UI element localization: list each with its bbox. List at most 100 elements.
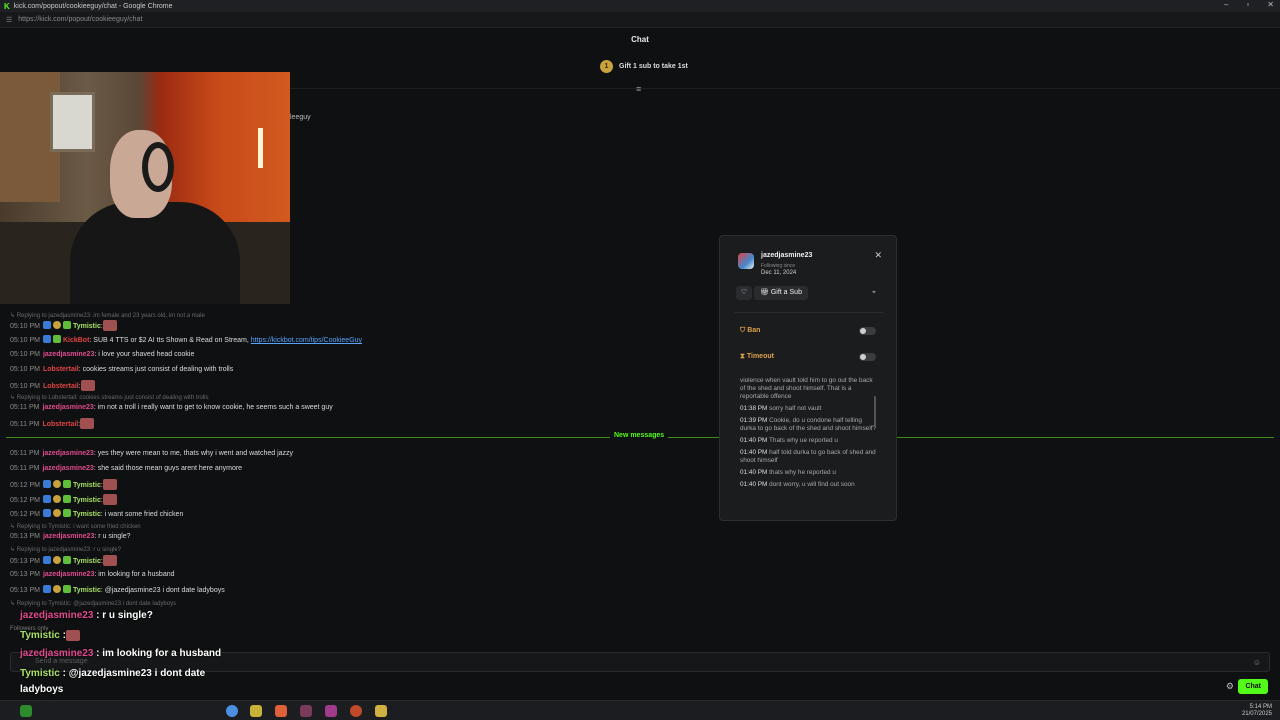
overlay-username: Tymistic: [20, 668, 60, 679]
timeout-toggle[interactable]: [859, 353, 876, 361]
message-username[interactable]: Tymistic: [73, 482, 101, 489]
window-title: kick.com/popout/cookieeguy/chat - Google…: [13, 2, 173, 10]
maximize-button[interactable]: ▫: [1246, 0, 1249, 9]
kick-taskbar-icon[interactable]: [20, 705, 32, 717]
pinned-gift-banner[interactable]: 1 Gift 1 sub to take 1st: [600, 60, 688, 73]
filter-icon[interactable]: ≡: [636, 84, 641, 94]
history-entry: violence when vault told him to go out t…: [740, 377, 878, 401]
message-time: 05:10 PM: [10, 366, 40, 373]
chat-message: 05:11 PM jazedjasmine23: yes they were me…: [10, 449, 293, 459]
history-entry: 01:38 PM sorry half not vault: [740, 405, 878, 413]
message-username[interactable]: Lobstertail: [43, 366, 79, 373]
reply-context: ↳ Replying to Lobstertail: cookies strea…: [10, 395, 209, 401]
app2-taskbar-icon[interactable]: [325, 705, 337, 717]
message-username[interactable]: jazedjasmine23: [43, 533, 94, 540]
pin-icon[interactable]: ⌖: [872, 289, 876, 297]
app4-taskbar-icon[interactable]: [375, 705, 387, 717]
emote-icon: [102, 479, 117, 490]
app-taskbar-icon[interactable]: [300, 705, 312, 717]
overlay-username: Tymistic: [20, 630, 60, 641]
gift-sub-button[interactable]: 🎁︎ Gift a Sub: [754, 286, 808, 300]
message-text: : she said those mean guys arent here an…: [93, 465, 243, 472]
message-link[interactable]: https://kickbot.com/tips/CookieeGuy: [251, 337, 362, 344]
overlay-text: : @jazedjasmine23 i dont date: [59, 668, 206, 679]
moderator-badge-icon: [42, 556, 51, 564]
app3-taskbar-icon[interactable]: [350, 705, 362, 717]
overlay-message: Tymistic : @jazedjasmine23 i dont date: [20, 668, 205, 679]
message-time: 05:11 PM: [10, 450, 40, 457]
message-time: 05:10 PM: [10, 383, 40, 390]
timeout-row: ⧗ Timeout: [740, 353, 774, 361]
pinned-text: Gift 1 sub to take 1st: [619, 63, 688, 70]
gifter-badge-icon: [52, 480, 61, 488]
overlay-username: jazedjasmine23: [20, 610, 94, 621]
close-icon[interactable]: ✕: [874, 250, 882, 261]
chrome-taskbar-icon[interactable]: [226, 705, 238, 717]
emoji-icon[interactable]: ☺: [1253, 658, 1261, 667]
message-username[interactable]: jazedjasmine23: [43, 571, 94, 578]
message-time: 05:13 PM: [10, 533, 40, 540]
gifter-badge-icon: [52, 321, 61, 329]
chat-message: 05:12 PM Tymistic:: [10, 494, 117, 506]
chat-send-button[interactable]: Chat: [1238, 679, 1268, 694]
message-username[interactable]: Tymistic: [73, 323, 101, 330]
headphones-icon: [142, 142, 174, 192]
emote-icon: [102, 494, 117, 505]
chat-message: 05:12 PM Tymistic:: [10, 479, 117, 491]
message-username[interactable]: jazedjasmine23: [42, 450, 93, 457]
new-messages-label[interactable]: New messages: [610, 432, 669, 439]
history-scrollbar[interactable]: [874, 396, 876, 426]
subscriber-badge-icon: [62, 480, 71, 488]
message-username[interactable]: Tymistic: [73, 497, 101, 504]
gift-rank-badge: 1: [600, 60, 613, 73]
message-username[interactable]: Tymistic: [73, 587, 101, 594]
message-time: 05:10 PM: [10, 351, 40, 358]
brave-taskbar-icon[interactable]: [275, 705, 287, 717]
taskbar-clock: 5:14 PM 21/07/2025: [1242, 704, 1272, 718]
chat-message: 05:10 PM jazedjasmine23: i love your shav…: [10, 350, 194, 360]
site-info-icon[interactable]: ☰: [6, 16, 12, 24]
webcam-overlay: [0, 72, 290, 304]
message-username[interactable]: jazedjasmine23: [43, 351, 94, 358]
user-card: jazedjasmine23 Following since Dec 11, 2…: [719, 235, 897, 521]
ban-toggle[interactable]: [859, 327, 876, 335]
history-time: 01:40 PM: [740, 481, 770, 488]
overlay-message: jazedjasmine23 : im looking for a husban…: [20, 648, 221, 659]
reply-context: ↳ Replying to Tymistic: i want some frie…: [10, 524, 141, 530]
message-text: : yes they were mean to me, thats why i …: [93, 450, 294, 457]
moderator-badge-icon: [42, 585, 51, 593]
files-taskbar-icon[interactable]: [250, 705, 262, 717]
settings-gear-icon[interactable]: ⚙: [1226, 681, 1234, 692]
message-username[interactable]: Lobstertail: [43, 383, 79, 390]
address-bar[interactable]: ☰ https://kick.com/popout/cookieeguy/cha…: [0, 12, 1280, 28]
chat-message: 05:10 PM Lobstertail: cookies streams jus…: [10, 365, 233, 375]
emote-icon: [80, 380, 95, 391]
emote-icon: [80, 418, 95, 429]
message-username[interactable]: Lobstertail: [42, 421, 78, 428]
channel-name-fragment: leeguy: [290, 114, 311, 121]
message-username[interactable]: Tymistic: [73, 511, 101, 518]
close-window-button[interactable]: ✕: [1267, 0, 1274, 9]
message-username[interactable]: KickBot: [63, 337, 89, 344]
clock-time: 5:14 PM: [1249, 704, 1272, 710]
overlay-message: ladyboys: [20, 684, 63, 695]
message-username[interactable]: Tymistic: [73, 558, 101, 565]
minimize-button[interactable]: –: [1224, 0, 1228, 9]
overlay-text: ladyboys: [20, 684, 64, 695]
overlay-message: jazedjasmine23 : r u single?: [20, 610, 153, 621]
moderator-badge-icon: [42, 335, 51, 343]
kick-logo-icon: K: [4, 1, 10, 11]
heart-icon[interactable]: ♡: [736, 286, 752, 300]
reply-context: ↳ Replying to jazedjasmine23: r u single…: [10, 547, 122, 553]
avatar: [738, 253, 754, 269]
history-time: 01:38 PM: [740, 405, 770, 412]
message-username[interactable]: jazedjasmine23: [42, 404, 93, 411]
message-time: 05:11 PM: [10, 465, 40, 472]
url-text: https://kick.com/popout/cookieeguy/chat: [18, 16, 143, 23]
overlay-text: : r u single?: [93, 610, 153, 621]
card-username[interactable]: jazedjasmine23: [761, 252, 812, 259]
message-username[interactable]: jazedjasmine23: [42, 465, 93, 472]
chat-message: 05:10 PM Tymistic:: [10, 320, 117, 332]
message-history: violence when vault told him to go out t…: [740, 377, 878, 493]
history-text: thats why he reported u: [769, 469, 836, 476]
